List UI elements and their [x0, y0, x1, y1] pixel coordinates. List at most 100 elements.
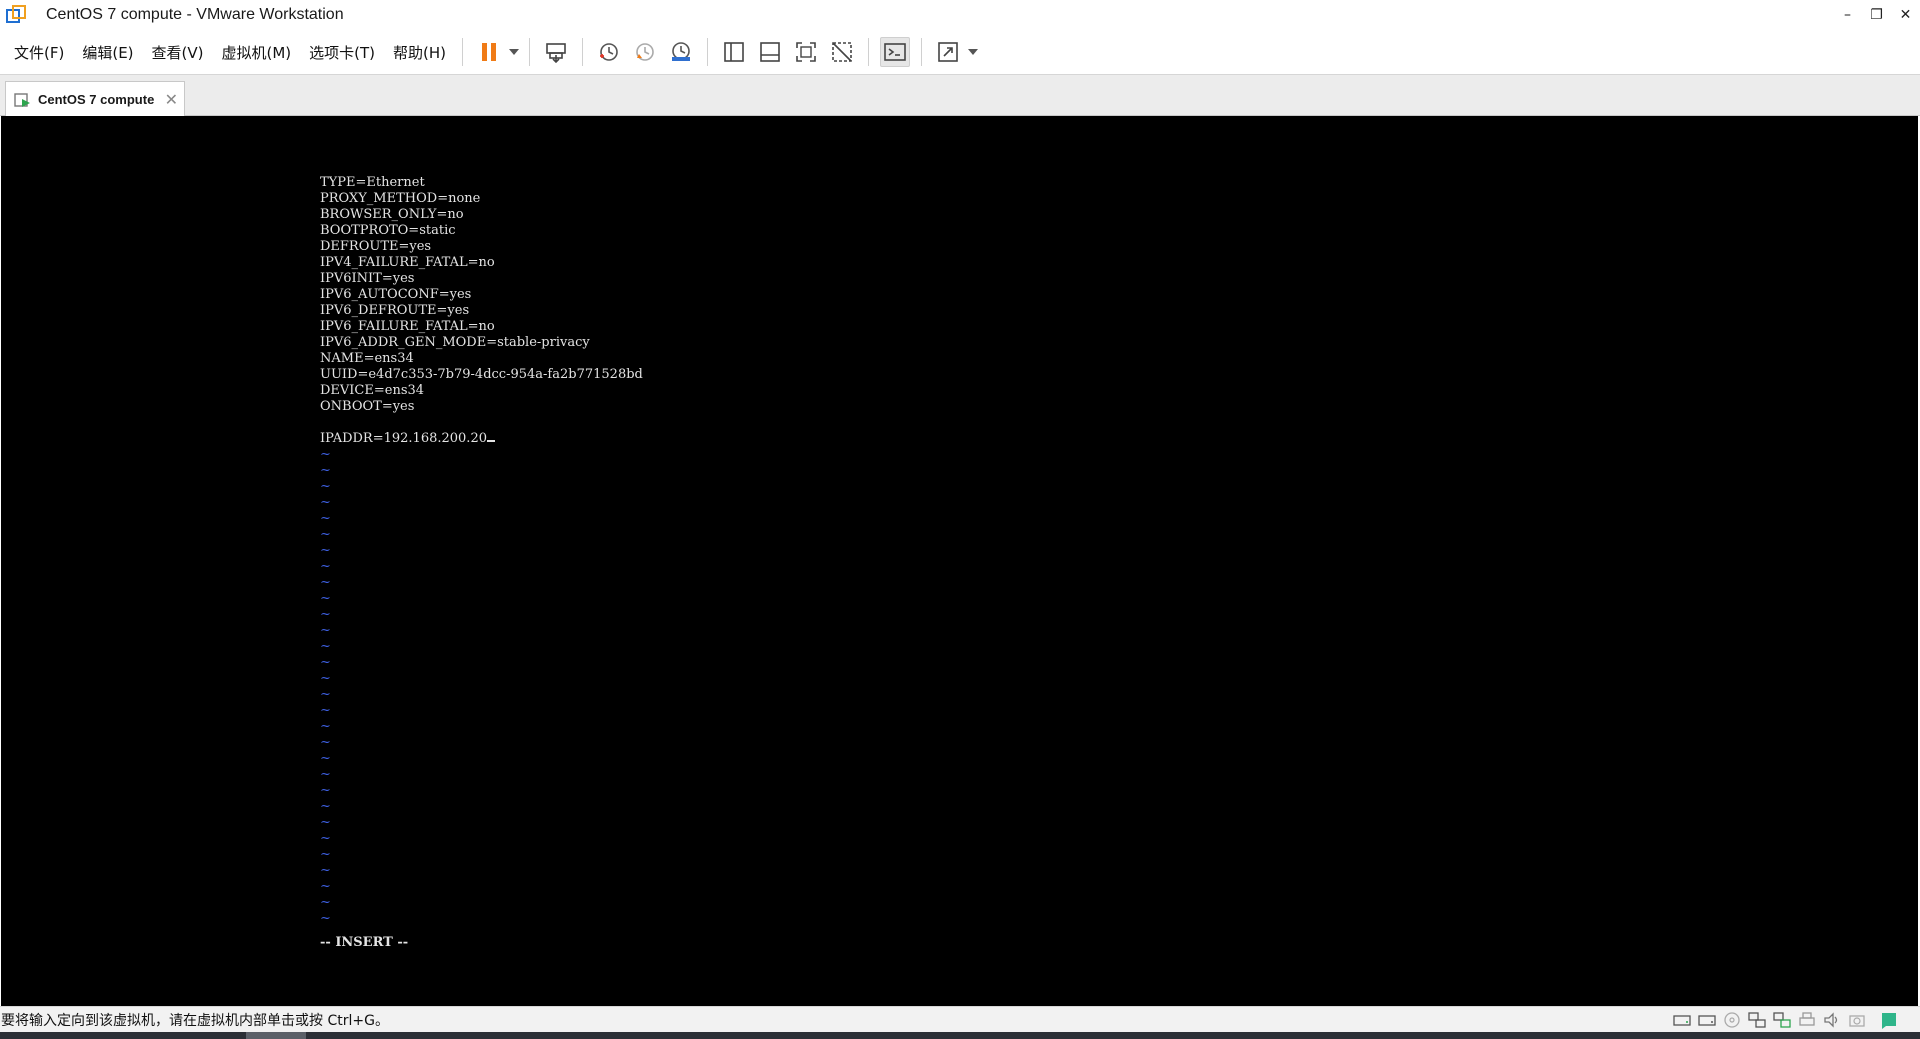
- empty-line-tilde: ~: [320, 751, 331, 766]
- empty-line-tilde: ~: [320, 799, 331, 814]
- empty-line-tilde: ~: [320, 495, 331, 510]
- pause-icon[interactable]: [474, 37, 504, 67]
- unity-icon[interactable]: [827, 37, 857, 67]
- empty-line-tilde: ~: [320, 895, 331, 910]
- menu-tabs[interactable]: 选项卡(T): [309, 42, 375, 63]
- terminal-line: IPV6_DEFROUTE=yes: [320, 303, 470, 318]
- terminal-line: IPV6_FAILURE_FATAL=no: [320, 319, 495, 334]
- camera-icon[interactable]: [1846, 1010, 1868, 1030]
- printer-icon[interactable]: [1796, 1010, 1818, 1030]
- terminal-text: TYPE=Ethernet PROXY_METHOD=none BROWSER_ON…: [320, 175, 643, 951]
- vm-console[interactable]: TYPE=Ethernet PROXY_METHOD=none BROWSER_ON…: [1, 116, 1918, 1006]
- terminal-line: UUID=e4d7c353-7b79-4dcc-954a-fa2b771528b…: [320, 367, 643, 382]
- terminal-line: ONBOOT=yes: [320, 399, 415, 414]
- cd-rom-icon[interactable]: [1721, 1010, 1743, 1030]
- snapshot-icon[interactable]: [594, 37, 624, 67]
- network-adapter-2-icon[interactable]: [1771, 1010, 1793, 1030]
- empty-line-tilde: ~: [320, 703, 331, 718]
- terminal-line: BROWSER_ONLY=no: [320, 207, 464, 222]
- window-controls: – ❐ ✕: [1833, 0, 1920, 30]
- empty-line-tilde: ~: [320, 511, 331, 526]
- snapshot-manager-icon[interactable]: [666, 37, 696, 67]
- menu-help[interactable]: 帮助(H): [393, 42, 446, 63]
- empty-line-tilde: ~: [320, 863, 331, 878]
- toolbar-separator: [529, 38, 531, 66]
- sound-icon[interactable]: [1821, 1010, 1843, 1030]
- hard-disk-2-icon[interactable]: [1696, 1010, 1718, 1030]
- status-message: 要将输入定向到该虚拟机，请在虚拟机内部单击或按 Ctrl+G。: [1, 1012, 389, 1029]
- terminal-line: IPV4_FAILURE_FATAL=no: [320, 255, 495, 270]
- empty-line-tilde: ~: [320, 719, 331, 734]
- empty-line-tilde: ~: [320, 479, 331, 494]
- terminal-line: IPADDR=192.168.200.20: [320, 431, 643, 447]
- toolbar-separator: [921, 38, 923, 66]
- message-log-icon[interactable]: [1878, 1010, 1900, 1030]
- terminal-line: IPV6_ADDR_GEN_MODE=stable-privacy: [320, 335, 590, 350]
- vim-mode-indicator: -- INSERT --: [320, 935, 409, 950]
- empty-line-tilde: ~: [320, 527, 331, 542]
- empty-line-tilde: ~: [320, 783, 331, 798]
- empty-line-tilde: ~: [320, 463, 331, 478]
- show-library-icon[interactable]: [719, 37, 749, 67]
- menu-toolbar: 文件(F) 编辑(E) 查看(V) 虚拟机(M) 选项卡(T) 帮助(H): [0, 30, 1920, 74]
- hard-disk-icon[interactable]: [1671, 1010, 1693, 1030]
- empty-line-tilde: ~: [320, 447, 331, 462]
- menu-edit[interactable]: 编辑(E): [82, 42, 133, 63]
- show-thumbnail-icon[interactable]: [755, 37, 785, 67]
- status-bar: 要将输入定向到该虚拟机，请在虚拟机内部单击或按 Ctrl+G。: [0, 1006, 1920, 1032]
- terminal-line: IPV6INIT=yes: [320, 271, 415, 286]
- revert-snapshot-icon[interactable]: [630, 37, 660, 67]
- close-button[interactable]: ✕: [1891, 0, 1920, 30]
- menu-view[interactable]: 查看(V): [152, 42, 204, 63]
- empty-line-tilde: ~: [320, 655, 331, 670]
- network-adapter-icon[interactable]: [1746, 1010, 1768, 1030]
- menu-file[interactable]: 文件(F): [14, 42, 64, 63]
- terminal-line: IPV6_AUTOCONF=yes: [320, 287, 472, 302]
- console-view-icon[interactable]: [880, 37, 911, 67]
- vmware-logo-icon: [6, 5, 26, 25]
- taskbar-strip: [0, 1032, 1920, 1039]
- empty-line-tilde: ~: [320, 879, 331, 894]
- stretch-dropdown-chevron-icon[interactable]: [966, 37, 980, 67]
- empty-line-tilde: ~: [320, 591, 331, 606]
- empty-line-tilde: ~: [320, 575, 331, 590]
- vm-running-icon: [14, 91, 32, 109]
- empty-line-tilde: ~: [320, 767, 331, 782]
- toolbar-separator: [868, 38, 870, 66]
- empty-line-tilde: ~: [320, 671, 331, 686]
- window-title: CentOS 7 compute - VMware Workstation: [46, 6, 344, 23]
- restore-button[interactable]: ❐: [1862, 0, 1891, 30]
- terminal-line: BOOTPROTO=static: [320, 223, 456, 238]
- empty-line-tilde: ~: [320, 623, 331, 638]
- tab-close-icon[interactable]: ✕: [165, 90, 178, 109]
- title-bar: CentOS 7 compute - VMware Workstation – …: [0, 0, 1920, 30]
- power-dropdown-chevron-icon[interactable]: [507, 37, 521, 67]
- text-cursor: [486, 440, 495, 442]
- toolbar-separator: [707, 38, 709, 66]
- full-screen-icon[interactable]: [791, 37, 821, 67]
- empty-line-tilde: ~: [320, 735, 331, 750]
- empty-line-tilde: ~: [320, 559, 331, 574]
- empty-line-tilde: ~: [320, 911, 331, 926]
- tab-label: CentOS 7 compute: [38, 92, 155, 107]
- empty-line-tilde: ~: [320, 847, 331, 862]
- terminal-line: NAME=ens34: [320, 351, 414, 366]
- minimize-button[interactable]: –: [1833, 0, 1862, 30]
- toolbar-separator: [462, 38, 464, 66]
- menu-vm[interactable]: 虚拟机(M): [222, 42, 292, 63]
- send-ctrl-alt-del-icon[interactable]: [541, 37, 571, 67]
- empty-line-tilde: ~: [320, 687, 331, 702]
- terminal-line: DEFROUTE=yes: [320, 239, 432, 254]
- terminal-line: TYPE=Ethernet: [320, 175, 425, 190]
- empty-line-tilde: ~: [320, 543, 331, 558]
- stretch-icon[interactable]: [933, 37, 963, 67]
- terminal-line: PROXY_METHOD=none: [320, 191, 481, 206]
- device-icons: [1668, 1010, 1900, 1030]
- empty-line-tilde: ~: [320, 607, 331, 622]
- tab-centos-7-compute[interactable]: CentOS 7 compute ✕: [5, 81, 185, 117]
- terminal-line: DEVICE=ens34: [320, 383, 425, 398]
- empty-line-tilde: ~: [320, 831, 331, 846]
- empty-line-tilde: ~: [320, 639, 331, 654]
- toolbar-separator: [582, 38, 584, 66]
